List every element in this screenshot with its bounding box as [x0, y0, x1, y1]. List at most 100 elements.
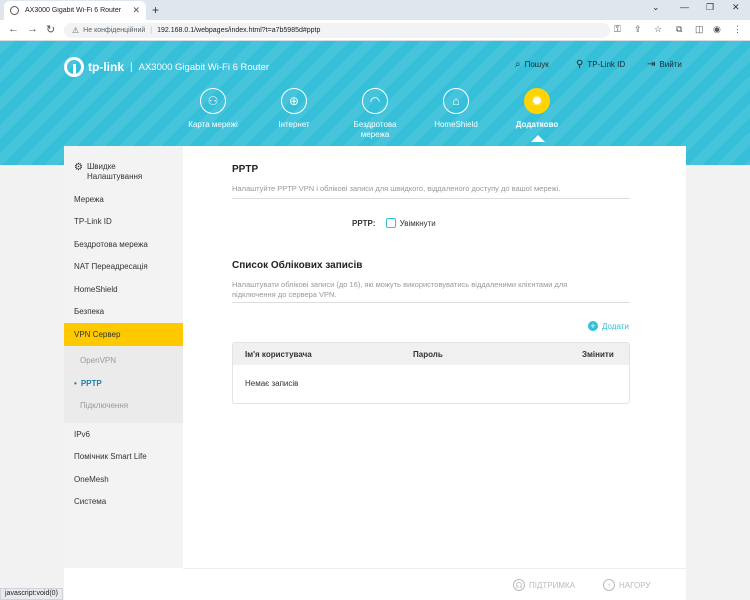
close-icon[interactable]: ✕ — [132, 5, 140, 16]
warning-icon: ⚠ — [72, 26, 80, 35]
sidebar-item-label: Мережа — [74, 194, 104, 204]
tplink-id-link[interactable]: ⚲ TP-Link ID — [576, 59, 625, 70]
key-icon[interactable]: ⚿ — [614, 24, 621, 35]
accounts-table: Ім'я користувача Пароль Змінити Немає за… — [232, 342, 630, 404]
search-icon: ⌕ — [515, 59, 521, 70]
sidebar-item-ipv6[interactable]: IPv6 — [64, 423, 183, 446]
column-header-password: Пароль — [413, 349, 443, 359]
support-label: ПІДТРИМКА — [529, 580, 576, 590]
gear-icon: ⚙ — [74, 162, 83, 173]
menu-icon[interactable]: ⋮ — [733, 24, 742, 35]
sidebar-item-wireless[interactable]: Бездротова мережа — [64, 233, 183, 256]
support-button[interactable]: ☊ ПІДТРИМКА — [513, 579, 575, 591]
plus-icon: + — [588, 321, 598, 331]
nav-homeshield[interactable]: ⌂ HomeShield — [420, 88, 492, 129]
accounts-title: Список Облікових записів — [232, 260, 363, 271]
nav-label: Бездротова мережа — [353, 120, 397, 139]
sidebar-item-label: Швидке Налаштування — [86, 162, 143, 181]
network-map-icon: ⚇ — [200, 88, 226, 114]
nav-label: Карта мережі — [188, 120, 238, 129]
sidebar-icon[interactable]: ◫ — [695, 24, 704, 35]
sidebar-subitem-openvpn[interactable]: OpenVPN — [64, 350, 183, 373]
sidebar-item-label: Система — [74, 497, 107, 507]
top-label: НАГОРУ — [619, 580, 651, 590]
sidebar-item-homeshield[interactable]: HomeShield — [64, 278, 183, 301]
logout-link[interactable]: ⇥ Вийти — [647, 59, 682, 70]
brand-name: tp-link — [88, 60, 124, 74]
star-icon[interactable]: ☆ — [654, 24, 662, 35]
nav-advanced[interactable]: ✹ Додатково — [501, 88, 573, 129]
pptp-label: PPTP: — [352, 218, 376, 228]
url-text: 192.168.0.1/webpages/index.html?t=a7b598… — [157, 27, 321, 34]
footer: ☊ ПІДТРИМКА ↑ НАГОРУ — [183, 568, 686, 600]
sidebar-item-label: OpenVPN — [80, 356, 117, 366]
tab-title: AX3000 Gigabit Wi-Fi 6 Router — [25, 7, 122, 14]
sidebar-item-onemesh[interactable]: OneMesh — [64, 468, 183, 491]
enable-label[interactable]: Увімкнути — [400, 219, 436, 228]
sidebar-item-label: Безпека — [74, 307, 105, 317]
add-button[interactable]: + Додати — [588, 321, 629, 331]
sidebar-item-quick-setup[interactable]: ⚙ Швидке Налаштування — [64, 152, 183, 188]
divider — [232, 302, 630, 303]
sidebar-item-smart-life[interactable]: Помічник Smart Life — [64, 446, 183, 469]
column-header-username: Ім'я користувача — [245, 349, 312, 359]
arrow-up-icon: ↑ — [603, 579, 615, 591]
url-input[interactable]: ⚠ Не конфіденційний | 192.168.0.1/webpag… — [64, 23, 610, 38]
pptp-description: Налаштуйте PPTP VPN і облікові записи дл… — [232, 184, 561, 193]
search-label: Пошук — [524, 60, 549, 69]
sidebar-subitem-pptp[interactable]: PPTP — [64, 372, 183, 395]
sidebar-item-nat[interactable]: NAT Переадресація — [64, 256, 183, 279]
tplink-id-label: TP-Link ID — [587, 60, 626, 69]
close-window-button[interactable]: ✕ — [732, 2, 740, 13]
nav-wireless[interactable]: ◠ Бездротова мережа — [339, 88, 411, 140]
back-button[interactable]: ← — [8, 23, 19, 35]
enable-checkbox[interactable] — [385, 218, 396, 228]
headset-icon: ☊ — [513, 579, 525, 591]
globe-icon: ⊕ — [281, 88, 307, 114]
sidebar-item-system[interactable]: Система — [64, 491, 183, 514]
sidebar-item-security[interactable]: Безпека — [64, 301, 183, 324]
sidebar-item-label: NAT Переадресація — [74, 262, 148, 272]
sidebar-item-label: TP-Link ID — [74, 217, 112, 227]
sidebar-item-label: VPN Сервер — [74, 329, 121, 339]
logout-icon: ⇥ — [647, 59, 656, 70]
restore-button[interactable]: ❐ — [706, 2, 714, 13]
globe-icon — [10, 6, 19, 15]
reload-button[interactable]: ↻ — [46, 23, 55, 36]
profile-icon[interactable]: ◉ — [713, 24, 721, 35]
empty-message: Немає записів — [245, 379, 299, 388]
pptp-title: PPTP — [232, 164, 259, 175]
active-nav-pointer — [531, 135, 545, 142]
nav-network-map[interactable]: ⚇ Карта мережі — [177, 88, 249, 129]
back-to-top-button[interactable]: ↑ НАГОРУ — [603, 579, 650, 591]
separator: | — [150, 27, 153, 34]
table-header: Ім'я користувача Пароль Змінити — [233, 343, 629, 365]
accounts-description: Налаштувати облікові записи (до 16), які… — [232, 280, 568, 299]
tplink-logo-icon — [64, 57, 84, 77]
chevron-down-icon[interactable]: ⌄ — [652, 2, 660, 13]
sidebar-item-vpn-server[interactable]: VPN Сервер — [64, 323, 183, 346]
search-link[interactable]: ⌕ Пошук — [515, 59, 549, 70]
minimize-button[interactable]: — — [680, 2, 689, 12]
sidebar-item-label: Помічник Smart Life — [74, 452, 147, 462]
sidebar-item-label: Підключення — [80, 401, 129, 411]
nav-internet[interactable]: ⊕ Інтернет — [258, 88, 330, 129]
nav-label: HomeShield — [434, 120, 478, 129]
nav-label: Інтернет — [278, 120, 310, 129]
user-pin-icon: ⚲ — [576, 59, 584, 70]
browser-tab[interactable]: AX3000 Gigabit Wi-Fi 6 Router ✕ — [4, 1, 146, 20]
brand-separator: | — [130, 61, 133, 73]
model-name: AX3000 Gigabit Wi-Fi 6 Router — [138, 61, 270, 73]
extensions-icon[interactable]: ⧉ — [676, 24, 682, 35]
sidebar-item-tplink-id[interactable]: TP-Link ID — [64, 211, 183, 234]
sidebar-item-network[interactable]: Мережа — [64, 188, 183, 211]
forward-button[interactable]: → — [27, 23, 38, 35]
share-icon[interactable]: ⇪ — [634, 24, 642, 35]
browser-tab-bar: AX3000 Gigabit Wi-Fi 6 Router ✕ + ⌄ — ❐ … — [0, 0, 750, 20]
logout-label: Вийти — [659, 60, 682, 69]
sidebar: ⚙ Швидке Налаштування Мережа TP-Link ID … — [64, 146, 183, 568]
sidebar-item-label: IPv6 — [74, 429, 91, 439]
new-tab-button[interactable]: + — [152, 3, 159, 17]
sidebar-item-label: Бездротова мережа — [74, 239, 148, 249]
sidebar-subitem-connections[interactable]: Підключення — [64, 395, 183, 418]
